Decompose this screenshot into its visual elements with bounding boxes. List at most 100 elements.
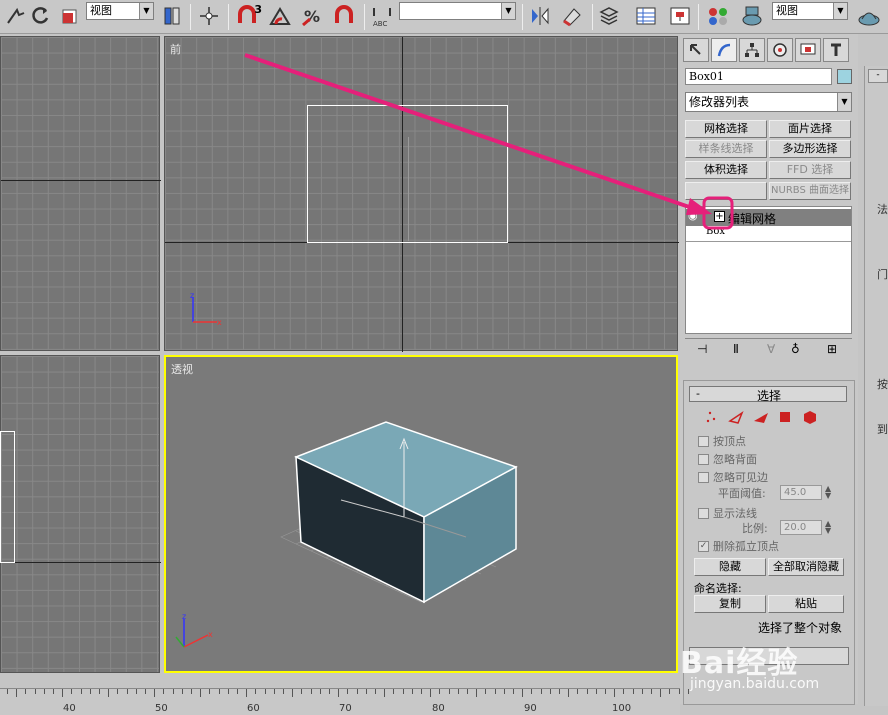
ruler-tick	[614, 689, 616, 697]
spline-select-button[interactable]: 样条线选择	[685, 140, 767, 158]
polygon-icon	[780, 412, 790, 422]
configure-sets-icon[interactable]: ⊞	[827, 342, 837, 356]
show-normals-checkbox[interactable]: 显示法线	[698, 505, 757, 521]
viewport-perspective[interactable]: 透视 zx	[164, 355, 678, 673]
subobject-icons[interactable]	[706, 409, 826, 425]
ffd-select-button[interactable]: FFD 选择	[769, 161, 851, 179]
ruler-tick	[191, 689, 192, 694]
scale-spinner[interactable]: 20.0	[780, 520, 822, 535]
pivot-icon[interactable]	[160, 3, 184, 29]
track-view-icon[interactable]	[632, 3, 660, 29]
ruler-tick	[595, 689, 597, 694]
ruler-tick	[467, 689, 468, 694]
poly-select-button[interactable]: 多边形选择	[769, 140, 851, 158]
box01-mesh[interactable]: zx	[166, 357, 676, 671]
strip-minus[interactable]: -	[868, 69, 888, 83]
ruler-tick	[338, 689, 340, 697]
empty-modifier-button[interactable]	[685, 182, 767, 200]
stack-item-edit-mesh[interactable]: ◉ + 编辑网格	[686, 209, 851, 226]
expand-plus-icon[interactable]: +	[714, 211, 725, 222]
percent-snap-icon[interactable]: %	[298, 3, 326, 29]
viewport-top[interactable]	[0, 36, 161, 351]
ruler-tick	[310, 689, 312, 694]
stack-item-box[interactable]: Box	[706, 226, 725, 237]
snap-dimension-label: 3	[254, 3, 262, 16]
unhide-all-button[interactable]: 全部取消隐藏	[768, 558, 844, 576]
schematic-view-icon[interactable]	[666, 3, 694, 29]
motion-tab-icon[interactable]	[767, 38, 793, 62]
ruler-tick	[393, 689, 395, 694]
manipulate-icon[interactable]	[196, 3, 222, 29]
show-end-result-icon[interactable]: Ⅱ	[733, 342, 739, 356]
render-setup-icon[interactable]	[738, 3, 766, 29]
viewport-label: 前	[170, 43, 181, 56]
ruler-label: 100	[612, 703, 632, 714]
scale-icon[interactable]	[58, 3, 80, 29]
remove-modifier-icon[interactable]: ♁	[791, 342, 800, 356]
viewport-front[interactable]: 前 zx	[164, 36, 679, 352]
main-toolbar: 视图 ▼ 3 % ABC ▼ 视图 ▼	[0, 0, 888, 34]
spinner-snap-icon[interactable]	[330, 3, 360, 29]
ignore-visible-edges-checkbox[interactable]: 忽略可见边	[698, 469, 768, 485]
ruler-tick	[687, 689, 689, 694]
planar-thresh-spinner[interactable]: 45.0	[780, 485, 822, 500]
object-color-swatch[interactable]	[837, 69, 852, 84]
ignore-backface-checkbox[interactable]: 忽略背面	[698, 451, 757, 467]
rollout-header[interactable]: - 选择	[689, 386, 847, 403]
stack-toolbar: ⊣ Ⅱ ∀ ♁ ⊞	[685, 338, 852, 358]
spinner-arrows-icon[interactable]: ▲ ▼	[825, 520, 831, 535]
layer-manager-icon[interactable]	[596, 3, 622, 29]
rotate-icon[interactable]	[28, 3, 52, 29]
quick-render-icon[interactable]	[854, 3, 884, 29]
snap-toggle-icon[interactable]: 3	[232, 3, 262, 29]
spinner-arrows-icon[interactable]: ▲ ▼	[825, 485, 831, 500]
vol-select-button[interactable]: 体积选择	[685, 161, 767, 179]
ruler-tick	[365, 689, 367, 694]
ruler-tick	[577, 689, 579, 694]
edit-named-selection-icon[interactable]: ABC	[368, 3, 396, 29]
viewport-left[interactable]	[0, 355, 161, 673]
ruler-tick	[200, 689, 202, 697]
ruler-tick	[605, 689, 606, 694]
ruler-tick	[53, 689, 54, 694]
mesh-select-button[interactable]: 网格选择	[685, 120, 767, 138]
angle-snap-icon[interactable]	[266, 3, 294, 29]
ruler-tick	[172, 689, 174, 694]
mirror-icon[interactable]	[527, 3, 553, 29]
material-editor-icon[interactable]	[704, 3, 732, 29]
align-icon[interactable]	[558, 3, 586, 29]
edge-icon	[728, 411, 744, 424]
ruler-tick	[34, 689, 36, 694]
select-link-icon[interactable]	[3, 3, 29, 29]
paste-button[interactable]: 粘贴	[768, 595, 844, 613]
ruler-tick	[218, 689, 220, 694]
nurbs-select-button[interactable]: NURBS 曲面选择	[769, 182, 851, 200]
create-tab-icon[interactable]	[683, 38, 709, 62]
utilities-tab-icon[interactable]	[823, 38, 849, 62]
pin-stack-icon[interactable]: ⊣	[697, 342, 707, 356]
modify-tab-icon[interactable]	[711, 38, 737, 62]
ruler-tick	[264, 689, 266, 694]
by-vertex-checkbox[interactable]: 按顶点	[698, 433, 746, 449]
axis-tripod-icon: zx	[190, 292, 222, 327]
object-name-field[interactable]: Box01	[685, 68, 832, 85]
render-type-dropdown[interactable]: 视图 ▼	[772, 2, 848, 20]
timeline-ruler[interactable]: 40 50 60 70 80 90 100	[0, 688, 689, 715]
modifier-stack[interactable]: ◉ + 编辑网格 Box	[685, 206, 852, 334]
ruler-label: 80	[432, 703, 445, 714]
reference-coord-dropdown[interactable]: 视图 ▼	[86, 2, 154, 20]
hide-button[interactable]: 隐藏	[694, 558, 766, 576]
display-tab-icon[interactable]	[795, 38, 821, 62]
delete-isolated-checkbox[interactable]: ✓ 删除孤立顶点	[698, 538, 779, 554]
ruler-tick	[623, 689, 625, 694]
patch-select-button[interactable]: 面片选择	[769, 120, 851, 138]
ruler-tick	[227, 689, 229, 694]
named-selection-dropdown[interactable]: ▼	[399, 2, 516, 20]
make-unique-icon[interactable]: ∀	[767, 342, 775, 356]
perspective-axis-tripod: zx	[175, 612, 213, 648]
lightbulb-icon[interactable]: ◉	[688, 209, 698, 222]
copy-button[interactable]: 复制	[694, 595, 766, 613]
hierarchy-tab-icon[interactable]	[739, 38, 765, 62]
ruler-tick	[586, 689, 588, 694]
modifier-list-dropdown[interactable]: 修改器列表 ▼	[685, 92, 852, 112]
